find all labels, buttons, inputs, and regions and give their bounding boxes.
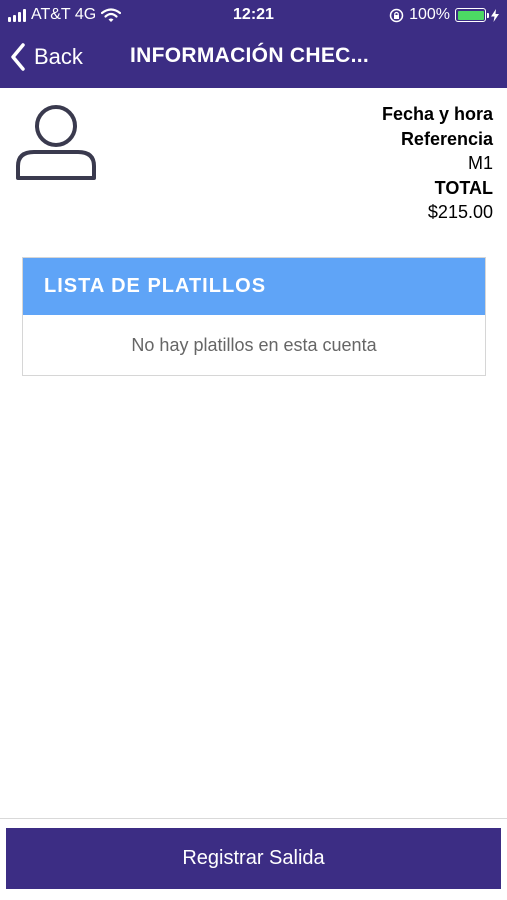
battery-fill	[457, 10, 484, 20]
lightning-icon	[491, 8, 499, 22]
dishes-header: LISTA DE PLATILLOS	[23, 258, 485, 315]
battery-icon	[455, 8, 489, 22]
orientation-lock-icon	[389, 8, 404, 22]
dishes-empty-message: No hay platillos en esta cuenta	[131, 335, 377, 355]
battery-percent: 100%	[409, 6, 450, 23]
total-value: $215.00	[427, 202, 493, 222]
back-button[interactable]: Back	[10, 38, 83, 76]
reference-value: M1	[467, 153, 493, 173]
footer-divider	[0, 818, 507, 819]
status-right: 100%	[389, 6, 499, 24]
person-icon	[16, 105, 96, 180]
nav-bar: Back INFORMACIÓN CHEC...	[0, 30, 507, 88]
reference-label: Referencia	[400, 128, 493, 149]
total-label: TOTAL	[434, 177, 493, 198]
back-label: Back	[34, 44, 83, 69]
dishes-panel: LISTA DE PLATILLOS No hay platillos en e…	[22, 257, 486, 376]
register-exit-button[interactable]: Registrar Salida	[6, 828, 501, 889]
page-title: INFORMACIÓN CHEC...	[130, 44, 370, 67]
account-info: Fecha y hora Referencia M1 TOTAL $215.00	[382, 102, 493, 225]
header: AT&T 4G 12:21 100% Back INFORMACIÓN CHEC…	[0, 0, 507, 88]
chevron-left-icon	[11, 43, 25, 71]
date-label: Fecha y hora	[381, 104, 493, 124]
status-bar: AT&T 4G 12:21 100%	[0, 0, 507, 30]
